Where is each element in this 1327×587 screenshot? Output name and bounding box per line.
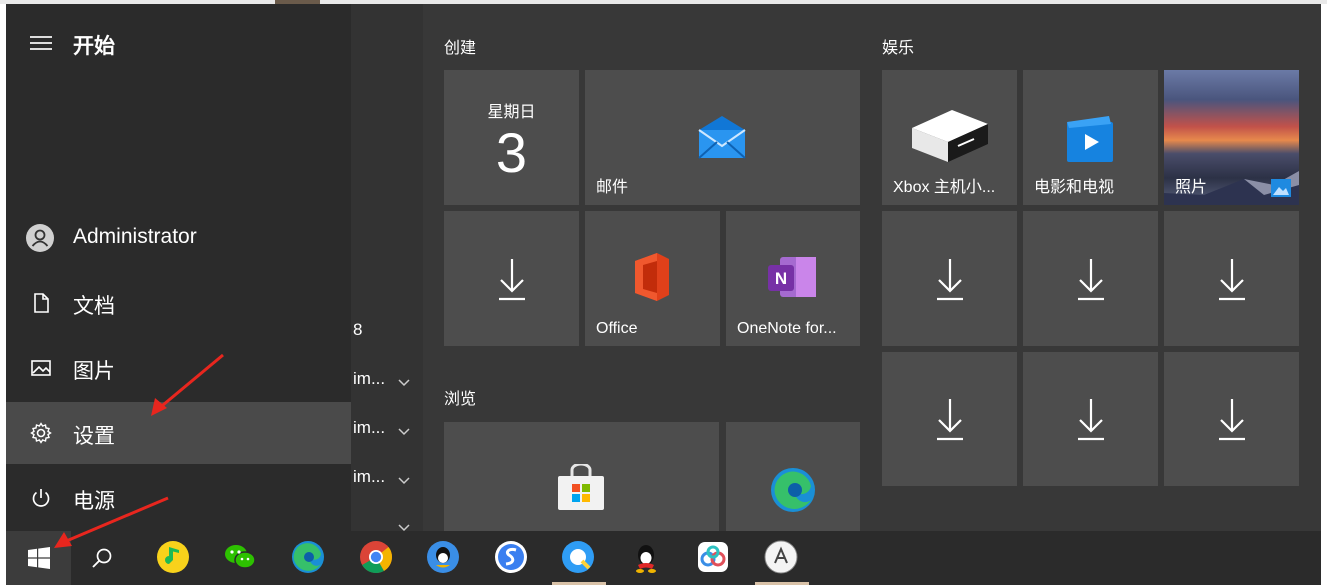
qq-penguin-icon[interactable] [628,539,664,575]
group-header-entertainment[interactable]: 娱乐 [882,34,914,58]
svg-text:N: N [775,269,787,288]
user-account[interactable]: Administrator [6,207,351,269]
edge-icon [769,466,817,519]
store-icon [556,462,606,517]
user-name: Administrator [73,225,197,248]
app-list-item[interactable]: im... [353,369,385,389]
download-arrow-icon [1076,257,1106,301]
chevron-down-icon[interactable] [397,473,411,485]
chevron-down-icon[interactable] [397,424,411,436]
app-list-letter: 8 [353,320,363,339]
download-arrow-icon [1217,257,1247,301]
onenote-tile[interactable]: N OneNote for... [726,211,860,346]
xbox-tile[interactable]: Xbox 主机小... [882,70,1017,205]
download-tile[interactable] [444,211,579,346]
download-arrow-icon [1076,397,1106,441]
download-arrow-icon [935,257,965,301]
hamburger-menu-icon[interactable] [30,35,52,51]
nav-pictures-label: 图片 [73,360,115,383]
taskbar-running-indicator [755,582,809,585]
chevron-down-icon[interactable] [397,375,411,387]
download-tile[interactable] [882,352,1017,486]
calendar-date: 3 [495,121,528,184]
taskbar-running-indicator [552,582,606,585]
mail-tile[interactable]: 邮件 [585,70,860,205]
gear-icon [30,422,52,444]
office-icon [629,251,675,308]
office-tile-label: Office [596,320,638,337]
group-header-browse[interactable]: 浏览 [444,385,476,409]
document-icon [30,292,52,314]
photos-tile-label: 照片 [1175,179,1208,196]
calendar-day: 星期日 [487,104,536,121]
xbox-console-icon [908,108,992,169]
annotation-arrow-settings [145,350,230,420]
office-tile[interactable]: Office [585,211,720,346]
mail-icon [697,114,747,165]
mail-tile-label: 邮件 [596,179,629,196]
download-arrow-icon [497,257,527,301]
qq-avatar-icon[interactable] [425,539,461,575]
download-tile[interactable] [1023,352,1158,486]
group-header-create[interactable]: 创建 [444,34,476,58]
user-avatar-icon [26,224,54,252]
photos-tile[interactable]: 照片 [1164,70,1299,205]
chevron-down-icon[interactable] [397,520,411,532]
nav-documents-label: 文档 [73,295,115,318]
sogou-icon[interactable] [493,539,529,575]
movies-tv-tile[interactable]: 电影和电视 [1023,70,1158,205]
circle-logo-icon[interactable] [763,539,799,575]
calendar-tile[interactable]: 星期日 3 [444,70,579,205]
onenote-icon: N [766,253,818,306]
start-title: 开始 [73,35,115,58]
edge-tile[interactable] [726,422,860,531]
windows-start-icon [28,547,50,574]
app-list-pane [351,4,423,531]
qq-browser-icon[interactable] [560,539,596,575]
wechat-icon[interactable] [222,539,258,575]
download-tile[interactable] [1164,211,1299,346]
download-tile[interactable] [1023,211,1158,346]
app-list-item[interactable]: im... [353,467,385,487]
download-arrow-icon [935,397,965,441]
baidu-netdisk-icon[interactable] [695,539,731,575]
annotation-arrow-start [48,494,173,554]
download-arrow-icon [1217,397,1247,441]
xbox-tile-label: Xbox 主机小... [893,179,996,196]
nav-settings-label: 设置 [73,425,115,448]
download-tile[interactable] [882,211,1017,346]
photos-app-icon [1271,179,1291,197]
movies-tv-tile-label: 电影和电视 [1034,179,1115,196]
nav-documents[interactable]: 文档 [6,272,351,334]
pictures-icon [30,357,52,379]
app-list-item[interactable]: im... [353,418,385,438]
chrome-icon[interactable] [358,539,394,575]
onenote-tile-label: OneNote for... [737,320,837,337]
download-tile[interactable] [1164,352,1299,486]
movies-tv-icon [1065,114,1115,169]
microsoft-store-tile[interactable] [444,422,719,531]
edge-icon[interactable] [290,539,326,575]
